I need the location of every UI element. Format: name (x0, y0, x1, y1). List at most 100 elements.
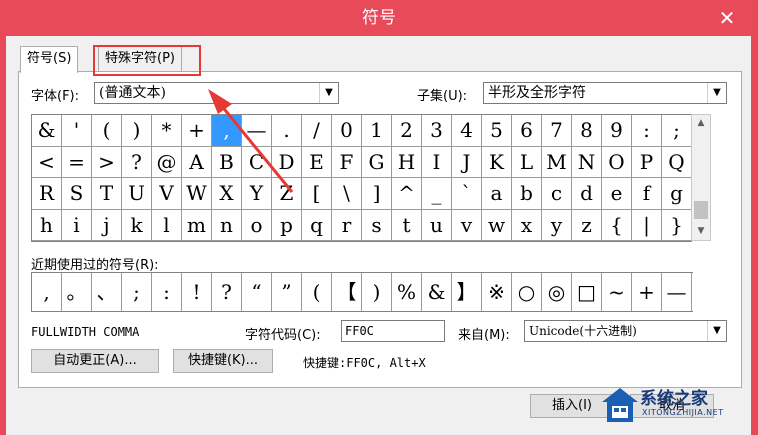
recent-symbol-cell[interactable]: ( (302, 273, 332, 311)
symbol-cell[interactable]: B (212, 146, 242, 178)
symbol-cell[interactable]: p (272, 209, 302, 241)
symbol-cell[interactable]: D (272, 146, 302, 178)
recent-symbol-cell[interactable]: ◎ (542, 273, 572, 311)
recent-symbol-cell[interactable]: “ (242, 273, 272, 311)
symbol-cell[interactable]: U (122, 178, 152, 210)
recent-symbol-cell[interactable]: ~ (602, 273, 632, 311)
symbol-cell[interactable]: 9 (602, 115, 632, 147)
symbol-cell[interactable]: c (542, 178, 572, 210)
symbol-cell[interactable]: [ (302, 178, 332, 210)
symbol-cell[interactable]: s (362, 209, 392, 241)
symbol-cell[interactable]: . (272, 115, 302, 147)
symbol-cell[interactable]: 5 (482, 115, 512, 147)
recent-symbols[interactable]: ,。、;:!? “”(【)% &】 ※ ○ ◎ □ ~ + — (31, 272, 693, 312)
symbol-cell[interactable]: G (362, 146, 392, 178)
symbol-cell[interactable]: 4 (452, 115, 482, 147)
symbol-cell[interactable]: X (212, 178, 242, 210)
symbol-cell[interactable]: f (632, 178, 662, 210)
symbol-cell[interactable]: F (332, 146, 362, 178)
symbol-cell[interactable]: ' (62, 115, 92, 147)
symbol-cell[interactable]: M (542, 146, 572, 178)
symbol-cell[interactable]: u (422, 209, 452, 241)
recent-symbol-cell[interactable]: ※ (482, 273, 512, 311)
recent-symbol-cell[interactable]: ! (182, 273, 212, 311)
symbol-cell[interactable]: t (392, 209, 422, 241)
recent-symbol-cell[interactable]: , (32, 273, 62, 311)
symbol-cell[interactable]: A (182, 146, 212, 178)
symbol-cell[interactable]: , (212, 115, 242, 147)
symbol-cell[interactable]: h (32, 209, 62, 241)
symbol-cell[interactable]: 6 (512, 115, 542, 147)
symbol-cell[interactable]: 8 (572, 115, 602, 147)
recent-symbol-cell[interactable]: 。 (62, 273, 92, 311)
symbol-cell[interactable]: | (632, 209, 662, 241)
symbol-cell[interactable]: E (302, 146, 332, 178)
recent-symbol-cell[interactable]: + (632, 273, 662, 311)
symbol-cell[interactable]: K (482, 146, 512, 178)
symbol-cell[interactable]: 7 (542, 115, 572, 147)
symbol-cell[interactable]: ` (452, 178, 482, 210)
symbol-cell[interactable]: * (152, 115, 182, 147)
symbol-cell[interactable]: 2 (392, 115, 422, 147)
scroll-thumb[interactable] (694, 201, 708, 219)
symbol-cell[interactable]: a (482, 178, 512, 210)
symbol-cell[interactable]: ; (662, 115, 692, 147)
symbol-cell[interactable]: r (332, 209, 362, 241)
recent-symbol-cell[interactable]: & (422, 273, 452, 311)
symbol-cell[interactable]: C (242, 146, 272, 178)
symbol-cell[interactable]: g (662, 178, 692, 210)
recent-symbol-cell[interactable]: ○ (512, 273, 542, 311)
symbol-cell[interactable]: ^ (392, 178, 422, 210)
char-code-input[interactable]: FF0C (341, 320, 445, 342)
symbol-cell[interactable]: ) (122, 115, 152, 147)
symbol-cell[interactable]: d (572, 178, 602, 210)
symbol-cell[interactable]: x (512, 209, 542, 241)
symbol-cell[interactable]: ( (92, 115, 122, 147)
symbol-cell[interactable]: I (422, 146, 452, 178)
symbol-cell[interactable]: n (212, 209, 242, 241)
recent-symbol-cell[interactable]: % (392, 273, 422, 311)
shortcut-key-button[interactable]: 快捷键(K)... (173, 349, 273, 373)
symbol-cell[interactable]: 1 (362, 115, 392, 147)
symbol-cell[interactable]: : (632, 115, 662, 147)
close-button[interactable]: ✕ (710, 4, 744, 32)
symbol-cell[interactable]: 3 (422, 115, 452, 147)
symbol-cell[interactable]: + (182, 115, 212, 147)
recent-symbol-cell[interactable]: 【 (332, 273, 362, 311)
symbol-cell[interactable]: J (452, 146, 482, 178)
font-select[interactable]: (普通文本) ▼ (94, 82, 339, 104)
symbol-cell[interactable]: @ (152, 146, 182, 178)
symbol-cell[interactable]: b (512, 178, 542, 210)
symbol-cell[interactable]: ] (362, 178, 392, 210)
symbol-cell[interactable]: } (662, 209, 692, 241)
symbol-cell[interactable]: \ (332, 178, 362, 210)
symbol-cell[interactable]: H (392, 146, 422, 178)
recent-symbol-cell[interactable]: 、 (92, 273, 122, 311)
symbol-cell[interactable]: i (62, 209, 92, 241)
symbol-cell[interactable]: — (242, 115, 272, 147)
symbol-cell[interactable]: T (92, 178, 122, 210)
symbol-cell[interactable]: y (542, 209, 572, 241)
symbol-cell[interactable]: L (512, 146, 542, 178)
symbol-cell[interactable]: ? (122, 146, 152, 178)
symbol-cell[interactable]: j (92, 209, 122, 241)
symbol-cell[interactable]: W (182, 178, 212, 210)
recent-symbol-cell[interactable]: 】 (452, 273, 482, 311)
symbol-cell[interactable]: m (182, 209, 212, 241)
symbol-cell[interactable]: R (32, 178, 62, 210)
autocorrect-button[interactable]: 自动更正(A)... (31, 349, 159, 373)
recent-symbol-cell[interactable]: ” (272, 273, 302, 311)
symbol-cell[interactable]: w (482, 209, 512, 241)
symbol-cell[interactable]: o (242, 209, 272, 241)
symbol-cell[interactable]: 0 (332, 115, 362, 147)
symbol-cell[interactable]: V (152, 178, 182, 210)
recent-symbol-cell[interactable]: ; (122, 273, 152, 311)
symbol-cell[interactable]: k (122, 209, 152, 241)
recent-symbol-cell[interactable]: ) (362, 273, 392, 311)
symbol-cell[interactable]: Y (242, 178, 272, 210)
symbol-cell[interactable]: O (602, 146, 632, 178)
symbol-cell[interactable]: z (572, 209, 602, 241)
scroll-up-icon[interactable]: ▲ (692, 115, 710, 132)
symbol-grid-scrollbar[interactable]: ▲ ▼ (691, 114, 711, 241)
symbol-cell[interactable]: S (62, 178, 92, 210)
